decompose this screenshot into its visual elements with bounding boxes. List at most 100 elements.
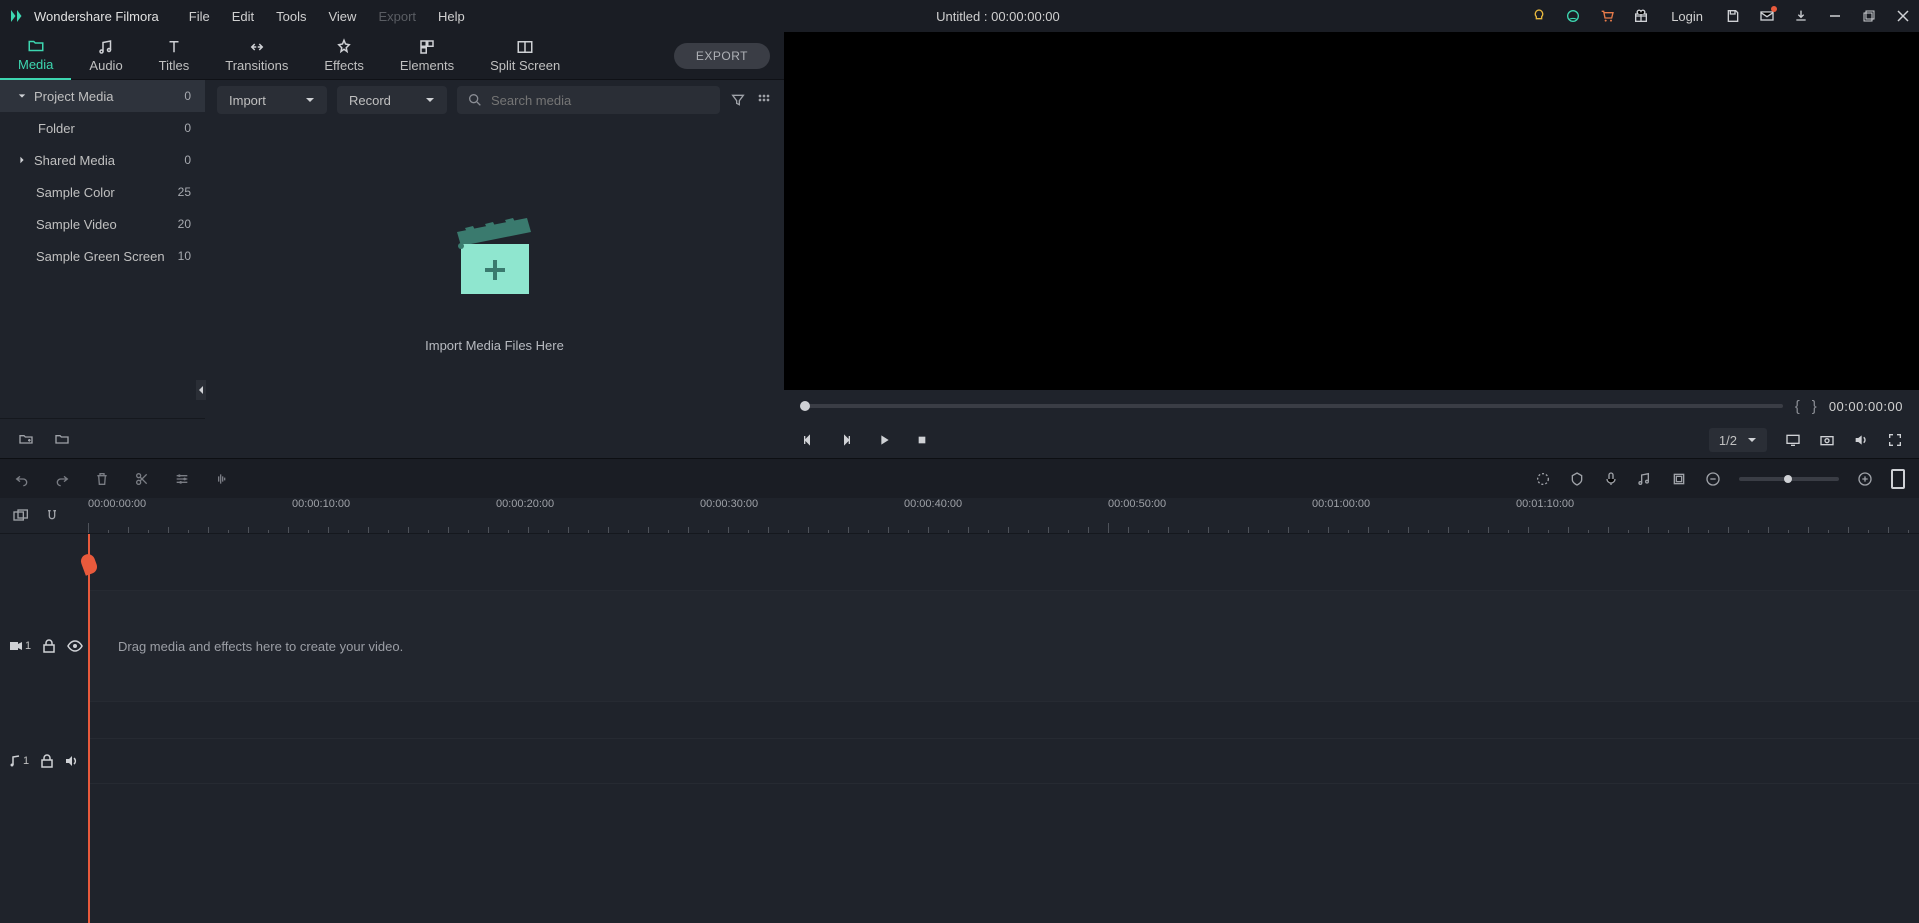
ruler-tick: 00:01:10:00 [1516,498,1574,510]
adjust-icon[interactable] [174,471,190,487]
new-folder-icon[interactable] [18,431,34,447]
idea-icon[interactable] [1531,8,1547,24]
snap-icon[interactable] [44,508,60,524]
export-button[interactable]: EXPORT [674,43,770,69]
drop-zone-label: Import Media Files Here [425,338,564,353]
tab-transitions-label: Transitions [225,58,288,73]
eye-icon[interactable] [67,640,83,652]
redo-icon[interactable] [54,471,70,487]
sidebar-item-folder[interactable]: Folder 0 [0,112,205,144]
preview-display-icon[interactable] [1785,432,1801,448]
close-button[interactable] [1895,8,1911,24]
sidebar-item-sample-video[interactable]: Sample Video 20 [0,208,205,240]
elements-icon [418,38,436,56]
sidebar-item-sample-color[interactable]: Sample Color 25 [0,176,205,208]
ruler-tick: 00:00:10:00 [292,498,350,510]
audio-track-icon [10,755,20,767]
main-menu: File Edit Tools View Export Help [189,9,465,24]
preview-seekbar[interactable] [800,404,1783,408]
menu-file[interactable]: File [189,9,210,24]
render-icon[interactable] [1535,471,1551,487]
snapshot-icon[interactable] [1819,432,1835,448]
tab-media[interactable]: Media [0,32,71,80]
filter-icon[interactable] [730,92,746,108]
delete-icon[interactable] [94,471,110,487]
tab-split-screen[interactable]: Split Screen [472,32,578,80]
sidebar-item-project-media[interactable]: Project Media 0 [0,80,205,112]
volume-icon[interactable] [1853,432,1869,448]
crop-icon[interactable] [1671,471,1687,487]
voiceover-icon[interactable] [1603,471,1619,487]
menu-tools[interactable]: Tools [276,9,306,24]
menu-view[interactable]: View [328,9,356,24]
minimize-button[interactable] [1827,8,1843,24]
menu-edit[interactable]: Edit [232,9,254,24]
download-icon[interactable] [1793,8,1809,24]
audio-mixer-icon[interactable] [1637,471,1653,487]
play-icon[interactable] [876,432,892,448]
tab-effects[interactable]: Effects [306,32,382,80]
audio-waveform-icon[interactable] [214,471,230,487]
split-icon[interactable] [134,471,150,487]
grid-view-icon[interactable] [756,92,772,108]
step-back-icon[interactable] [800,432,816,448]
menu-help[interactable]: Help [438,9,465,24]
music-icon [97,38,115,56]
mark-in-button[interactable]: { [1795,398,1800,415]
search-icon [467,92,483,108]
zoom-out-icon[interactable] [1705,471,1721,487]
document-title: Untitled : 00:00:00:00 [465,9,1531,24]
preview-canvas[interactable] [784,32,1919,390]
marker-icon[interactable] [1569,471,1585,487]
media-sidebar: Project Media 0 Folder 0 Shared Media 0 … [0,80,205,458]
record-dropdown[interactable]: Record [337,86,447,114]
tab-split-label: Split Screen [490,58,560,73]
login-link[interactable]: Login [1667,9,1707,24]
timeline-mode-icon[interactable] [12,508,28,524]
media-drop-zone[interactable]: Import Media Files Here [205,120,784,458]
import-dropdown[interactable]: Import [217,86,327,114]
gift-icon[interactable] [1633,8,1649,24]
tab-audio[interactable]: Audio [71,32,140,80]
audio-track-number: 1 [23,755,29,767]
support-icon[interactable] [1565,8,1581,24]
folder-open-icon[interactable] [54,431,70,447]
cart-icon[interactable] [1599,8,1615,24]
undo-icon[interactable] [14,471,30,487]
sidebar-item-sample-green-screen[interactable]: Sample Green Screen 10 [0,240,205,272]
chevron-down-icon [1747,437,1757,443]
search-input[interactable] [491,93,710,108]
ruler-tick: 00:00:30:00 [700,498,758,510]
tab-titles-label: Titles [159,58,190,73]
video-track-drop-label[interactable]: Drag media and effects here to create yo… [88,590,1919,702]
tab-titles[interactable]: Titles [141,32,208,80]
preview-panel: { } 00:00:00:00 1/2 [784,32,1919,458]
zoom-slider[interactable] [1739,477,1839,481]
stop-icon[interactable] [914,432,930,448]
ruler-tick: 00:01:00:00 [1312,498,1370,510]
mute-icon[interactable] [65,755,79,767]
sidebar-item-shared-media[interactable]: Shared Media 0 [0,144,205,176]
zoom-in-icon[interactable] [1857,471,1873,487]
zoom-fit-button[interactable] [1891,469,1905,489]
audio-track-body[interactable] [88,738,1919,784]
chevron-down-icon [305,97,315,103]
effects-icon [335,38,353,56]
preview-ratio-dropdown[interactable]: 1/2 [1709,428,1767,452]
fullscreen-icon[interactable] [1887,432,1903,448]
search-media[interactable] [457,86,720,114]
save-icon[interactable] [1725,8,1741,24]
messages-icon[interactable] [1759,8,1775,24]
maximize-button[interactable] [1861,8,1877,24]
lock-icon[interactable] [41,754,53,768]
clapperboard-icon [445,210,545,310]
app-name: Wondershare Filmora [34,9,159,24]
lock-icon[interactable] [43,639,55,653]
tab-transitions[interactable]: Transitions [207,32,306,80]
playhead[interactable] [88,534,90,923]
step-forward-icon[interactable] [838,432,854,448]
tab-elements[interactable]: Elements [382,32,472,80]
timeline-ruler[interactable]: 00:00:00:0000:00:10:0000:00:20:0000:00:3… [88,498,1919,533]
mark-out-button[interactable]: } [1812,398,1817,415]
media-toolbar: Import Record [205,80,784,120]
